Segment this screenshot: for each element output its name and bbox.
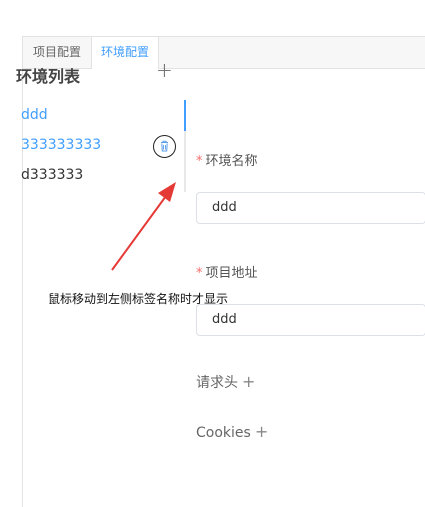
tab-bar: 项目配置 环境配置 — [23, 37, 425, 69]
env-list-title: 环境列表 — [16, 67, 81, 86]
add-env-button[interactable]: + — [156, 60, 173, 80]
trash-icon — [161, 140, 168, 152]
active-item-indicator — [184, 100, 186, 131]
project-address-input[interactable]: ddd — [196, 304, 425, 336]
request-header-section: 请求头 + — [196, 372, 256, 391]
env-list-item[interactable]: 333333333 — [21, 137, 101, 153]
add-cookie-button[interactable]: + — [255, 422, 268, 441]
env-list-item[interactable]: d333333 — [21, 167, 83, 183]
env-name-input[interactable]: ddd — [196, 192, 425, 224]
required-mark: * — [196, 266, 203, 281]
cookies-section: Cookies + — [196, 422, 269, 441]
delete-env-button[interactable] — [153, 135, 176, 158]
env-name-label: * 环境名称 — [196, 154, 258, 169]
add-request-header-button[interactable]: + — [242, 372, 255, 391]
tab-env-config[interactable]: 环境配置 — [92, 37, 159, 69]
env-list-item[interactable]: ddd — [21, 107, 48, 123]
project-address-label: * 项目地址 — [196, 266, 258, 281]
required-mark: * — [196, 154, 203, 169]
annotation-text: 鼠标移动到左侧标签名称时才显示 — [48, 292, 229, 306]
